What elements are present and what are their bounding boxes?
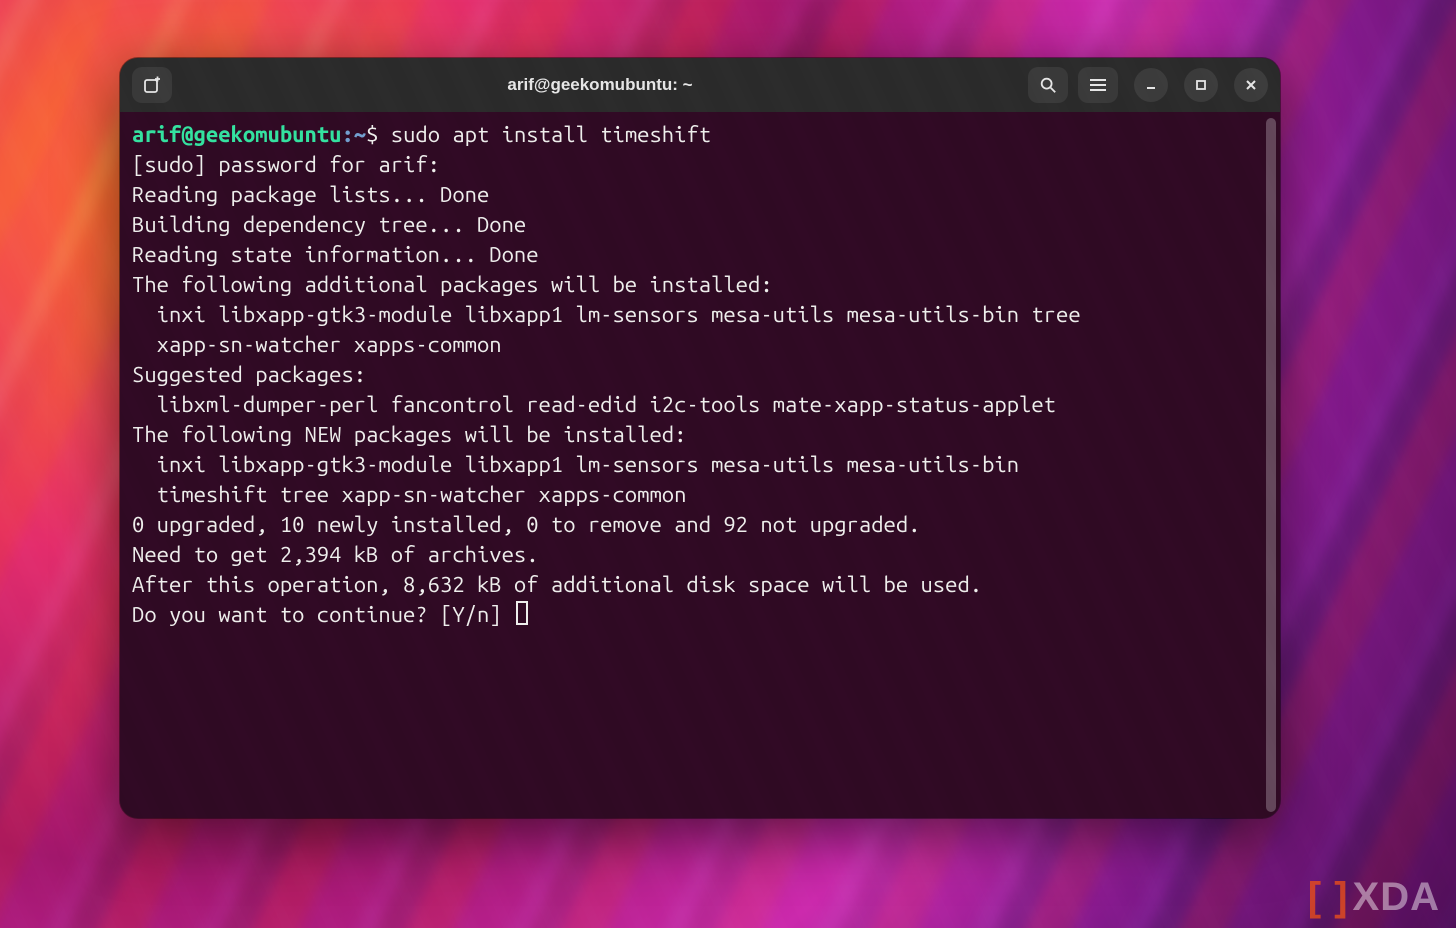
titlebar[interactable]: arif@geekomubuntu: ~	[120, 58, 1280, 112]
desktop-background: arif@geekomubuntu: ~	[0, 0, 1456, 928]
search-button[interactable]	[1028, 67, 1068, 103]
prompt-path: ~	[354, 122, 366, 147]
minimize-button[interactable]	[1134, 68, 1168, 102]
terminal-cursor	[516, 601, 528, 625]
watermark: [ ] XDA	[1308, 875, 1440, 920]
menu-button[interactable]	[1078, 67, 1118, 103]
window-title: arif@geekomubuntu: ~	[180, 75, 1020, 95]
terminal-window: arif@geekomubuntu: ~	[120, 58, 1280, 818]
new-tab-button[interactable]	[132, 67, 172, 103]
watermark-brackets-icon: [ ]	[1308, 875, 1349, 920]
watermark-text: XDA	[1353, 875, 1440, 920]
terminal-body[interactable]: arif@geekomubuntu:~$ sudo apt install ti…	[120, 112, 1280, 818]
maximize-button[interactable]	[1184, 68, 1218, 102]
terminal-output: [sudo] password for arif: Reading packag…	[132, 152, 1081, 627]
prompt-userhost: arif@geekomubuntu	[132, 122, 341, 147]
prompt-command: sudo apt install timeshift	[391, 122, 711, 147]
close-button[interactable]	[1234, 68, 1268, 102]
prompt-separator: :	[341, 122, 353, 147]
terminal-scrollbar[interactable]	[1266, 118, 1276, 812]
prompt-symbol: $	[366, 122, 378, 147]
